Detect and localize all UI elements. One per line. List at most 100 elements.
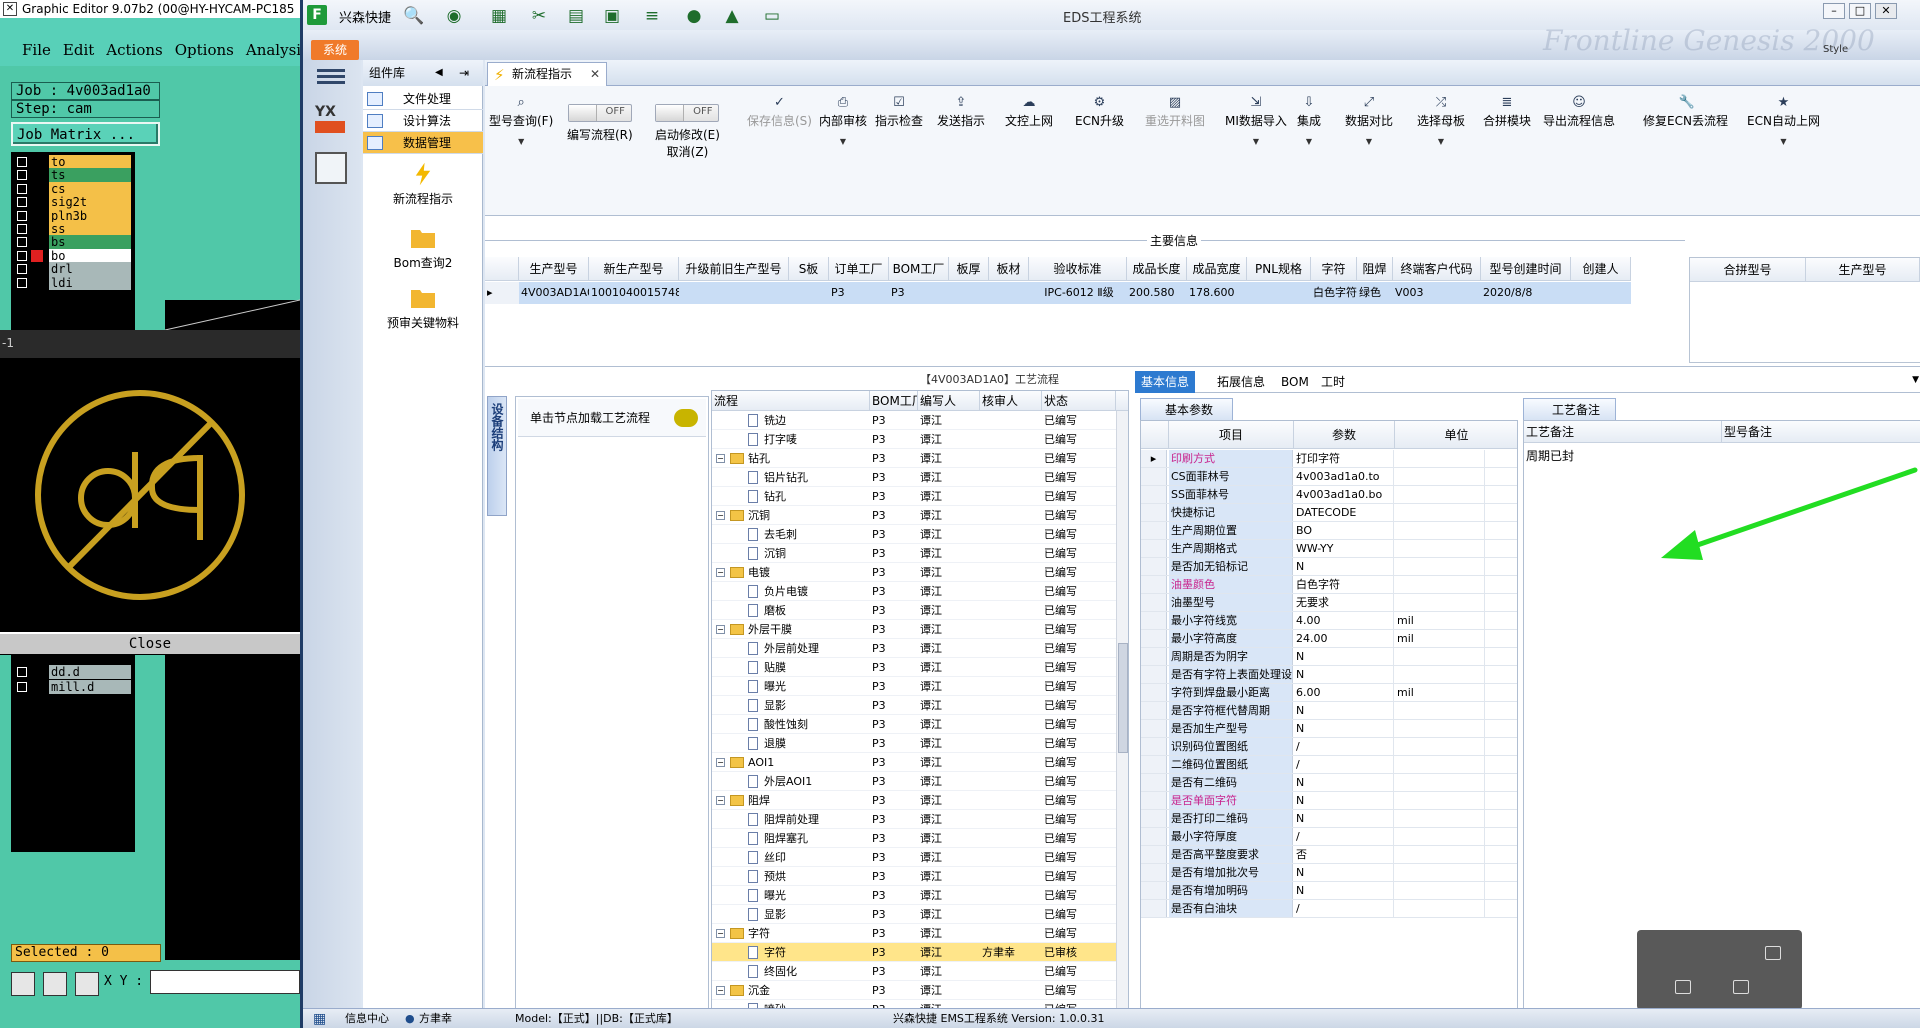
- param-row[interactable]: 快捷标记 DATECODE: [1141, 504, 1517, 522]
- table-cell[interactable]: [1571, 282, 1631, 304]
- table-cell[interactable]: [789, 282, 829, 304]
- col-header[interactable]: 成品宽度: [1187, 257, 1247, 281]
- tree-vscroll[interactable]: [1116, 411, 1128, 1028]
- col-header[interactable]: 项目: [1169, 421, 1294, 449]
- toggle-switch[interactable]: OFF: [567, 104, 632, 122]
- param-value[interactable]: N: [1294, 720, 1394, 737]
- tree-row[interactable]: − 电镀 P3 谭江 已编写: [712, 563, 1116, 582]
- param-value[interactable]: 6.00: [1294, 684, 1394, 701]
- col-header[interactable]: 生产型号: [1806, 258, 1920, 282]
- toolbar-button[interactable]: ☺ 导出流程信息: [1543, 96, 1615, 129]
- toolbar-button[interactable]: ☑ 指示检查: [875, 96, 923, 129]
- param-row[interactable]: 最小字符厚度 /: [1141, 828, 1517, 846]
- param-row[interactable]: 是否高平整度要求否: [1141, 846, 1517, 864]
- collapse-icon[interactable]: −: [716, 929, 725, 938]
- col-header[interactable]: 新生产型号: [589, 257, 679, 281]
- user-icon[interactable]: ●: [683, 6, 705, 26]
- layer-checkbox[interactable]: [17, 682, 27, 692]
- grid-icon[interactable]: ▦: [313, 1009, 326, 1028]
- menu-edit[interactable]: Edit: [63, 38, 106, 62]
- param-row[interactable]: 最小字符高度 24.00 mil: [1141, 630, 1517, 648]
- info-tab[interactable]: 工时: [1315, 371, 1351, 393]
- col-header[interactable]: 订单工厂: [829, 257, 889, 281]
- param-row[interactable]: 字符到焊盘最小距离 6.00 mil: [1141, 684, 1517, 702]
- param-row[interactable]: 是否字符框代替周期 N: [1141, 702, 1517, 720]
- toolbar-button[interactable]: ⤮ 选择母板 ▼: [1417, 96, 1465, 147]
- menu-analysis[interactable]: Analysis: [246, 38, 300, 62]
- collapse-icon[interactable]: −: [716, 625, 725, 634]
- col-header[interactable]: 核审人: [980, 391, 1042, 411]
- collapse-icon[interactable]: −: [716, 758, 725, 767]
- tree-row[interactable]: 曝光 P3 谭江 已编写: [712, 886, 1116, 905]
- tab-new-process[interactable]: ⚡ 新流程指示 ✕: [487, 62, 607, 86]
- toolbar-button[interactable]: ⎙ 内部审核 ▼: [819, 96, 867, 147]
- equipment-structure-tab[interactable]: 设备结构: [487, 396, 507, 516]
- toolbar-button[interactable]: ⇪ 发送指示: [937, 96, 985, 129]
- col-header[interactable]: 创建人: [1571, 257, 1631, 281]
- param-row[interactable]: 是否有增加批次号 N: [1141, 864, 1517, 882]
- col-header[interactable]: 型号备注: [1722, 421, 1920, 443]
- param-value[interactable]: N: [1294, 810, 1394, 827]
- param-row[interactable]: 是否加无铅标记 N: [1141, 558, 1517, 576]
- table-cell[interactable]: 绿色: [1357, 282, 1393, 304]
- table-cell[interactable]: P3: [829, 282, 889, 304]
- param-value[interactable]: 打印字符: [1294, 450, 1394, 467]
- col-header[interactable]: 编写人: [918, 391, 980, 411]
- param-row[interactable]: 是否有字符上表面处理设计 N: [1141, 666, 1517, 684]
- collapse-icon[interactable]: −: [716, 568, 725, 577]
- layer-checkbox[interactable]: [17, 224, 27, 234]
- tree-row[interactable]: − 外层干膜 P3 谭江 已编写: [712, 620, 1116, 639]
- tree-row[interactable]: 阻焊塞孔 P3 谭江 已编写: [712, 829, 1116, 848]
- layer-checkbox[interactable]: [17, 264, 27, 275]
- layer-row[interactable]: dd.d: [11, 664, 135, 680]
- collapse-icon[interactable]: −: [716, 986, 725, 995]
- layer-checkbox[interactable]: [17, 157, 27, 167]
- dropdown-arrow-icon[interactable]: ▼: [819, 137, 867, 146]
- param-value[interactable]: DATECODE: [1294, 504, 1394, 521]
- tree-row[interactable]: − 阻焊 P3 谭江 已编写: [712, 791, 1116, 810]
- dropdown-arrow-icon[interactable]: ▼: [489, 137, 553, 146]
- tree-row[interactable]: − 沉金 P3 谭江 已编写: [712, 981, 1116, 1000]
- param-value[interactable]: /: [1294, 828, 1394, 845]
- param-value[interactable]: 4v003ad1a0.bo: [1294, 486, 1394, 503]
- monitor-icon[interactable]: ▭: [761, 6, 783, 26]
- layer-checkbox[interactable]: [17, 183, 27, 194]
- param-row[interactable]: 油墨颜色 白色字符: [1141, 576, 1517, 594]
- tree-row[interactable]: 预烘 P3 谭江 已编写: [712, 867, 1116, 886]
- toolbar-button[interactable]: 🔧 修复ECN丢流程: [1643, 96, 1728, 129]
- dropdown-arrow-icon[interactable]: ▼: [1417, 137, 1465, 146]
- maximize-button[interactable]: □: [1849, 3, 1871, 19]
- table-cell[interactable]: 10010400157487: [589, 282, 679, 304]
- param-row[interactable]: 是否有增加明码 N: [1141, 882, 1517, 900]
- tree-row[interactable]: 去毛刺 P3 谭江 已编写: [712, 525, 1116, 544]
- xy-input[interactable]: [150, 970, 300, 994]
- toolbar-button[interactable]: ▨ 重选开料图: [1145, 96, 1205, 129]
- toolbar-button[interactable]: ⇩ 集成 ▼: [1297, 96, 1321, 147]
- col-header[interactable]: BOM工厂: [870, 391, 918, 411]
- cancel-label[interactable]: 取消(Z): [655, 143, 720, 160]
- tab-process-notes[interactable]: 工艺备注: [1523, 398, 1616, 420]
- table-cell[interactable]: IPC-6012 Ⅱ级: [1029, 282, 1127, 304]
- col-header[interactable]: PNL规格: [1247, 257, 1311, 281]
- toolbar-button[interactable]: ✓ 保存信息(S): [747, 96, 812, 129]
- close-button[interactable]: Close: [0, 632, 300, 654]
- layer-checkbox[interactable]: [17, 667, 27, 677]
- col-header[interactable]: 工艺备注: [1524, 421, 1722, 443]
- tree-row[interactable]: 钻孔 P3 谭江 已编写: [712, 487, 1116, 506]
- cloud-icon[interactable]: [1733, 980, 1749, 994]
- item-key-material[interactable]: 预审关键物料: [363, 286, 483, 331]
- grid-icon[interactable]: ▦: [488, 6, 510, 26]
- table-cell[interactable]: [949, 282, 989, 304]
- param-row[interactable]: 最小字符线宽 4.00 mil: [1141, 612, 1517, 630]
- tree-row[interactable]: 曝光 P3 谭江 已编写: [712, 677, 1116, 696]
- collapse-icon[interactable]: −: [716, 796, 725, 805]
- param-row[interactable]: 是否有二维码 N: [1141, 774, 1517, 792]
- table-cell[interactable]: 178.600: [1187, 282, 1247, 304]
- tree-row[interactable]: 铣边 P3 谭江 已编写: [712, 411, 1116, 430]
- col-header[interactable]: 升级前旧生产型号: [679, 257, 789, 281]
- col-header[interactable]: 阻焊: [1357, 257, 1393, 281]
- tree-row[interactable]: − 钻孔 P3 谭江 已编写: [712, 449, 1116, 468]
- col-header[interactable]: 终端客户代码: [1393, 257, 1481, 281]
- tab-basic-params[interactable]: 基本参数: [1140, 398, 1233, 420]
- dropdown-arrow-icon[interactable]: ▼: [1297, 137, 1321, 146]
